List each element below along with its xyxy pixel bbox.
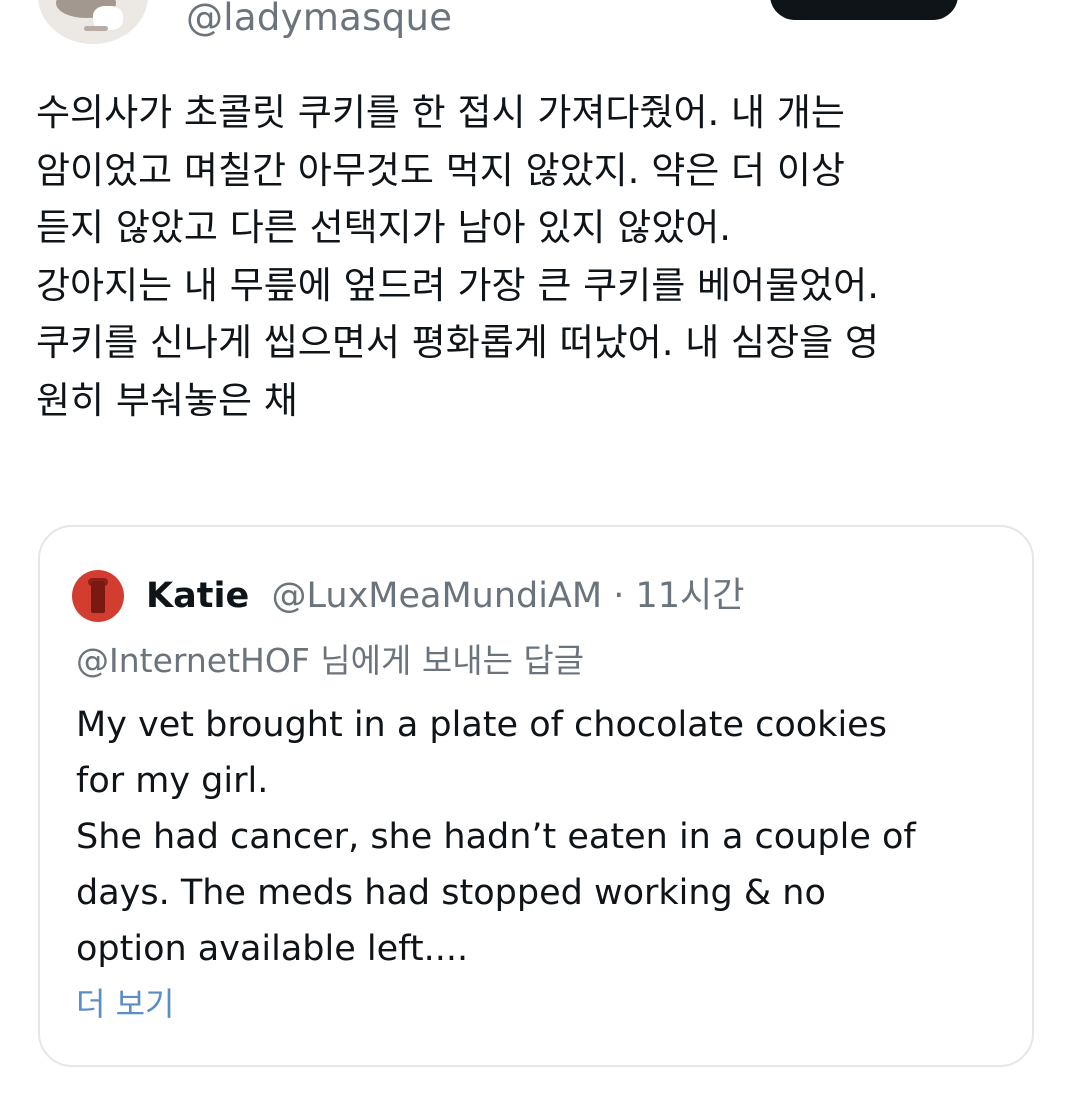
reply-to-label: @InternetHOF 님에게 보내는 답글 — [76, 641, 585, 680]
quote-body: My vet brought in a plate of chocolate c… — [76, 697, 1016, 977]
quote-text-line: days. The meds had stopped working & no — [76, 873, 826, 913]
tweet-text-line: 암이었고 며칠간 아무것도 먹지 않았지. 약은 더 이상 — [36, 148, 845, 192]
avatar-shape — [84, 26, 108, 31]
avatar-shape — [91, 581, 105, 613]
quote-separator: · — [602, 576, 636, 616]
quote-handle-text: @LuxMeaMundiAM — [271, 576, 603, 616]
quote-text-line: She had cancer, she hadn’t eaten in a co… — [76, 817, 916, 857]
follow-button[interactable] — [770, 0, 958, 20]
tweet-text-line: 원히 부숴놓은 채 — [36, 378, 298, 422]
quote-header: Katie @LuxMeaMundiAM · 11시간 — [146, 567, 744, 618]
tweet-text-line: 듣지 않았고 다른 선택지가 남아 있지 않았어. — [36, 206, 732, 250]
quote-timestamp[interactable]: 11시간 — [636, 576, 745, 616]
quote-text-line: option available left.... — [76, 929, 469, 969]
quote-author-name[interactable]: Katie — [146, 576, 249, 616]
quote-author-handle[interactable]: @LuxMeaMundiAM — [260, 576, 603, 616]
quote-text-line: for my girl. — [76, 761, 269, 801]
quote-text-line: My vet brought in a plate of chocolate c… — [76, 705, 887, 745]
tweet-text-line: 쿠키를 신나게 씹으면서 평화롭게 떠났어. 내 심장을 영 — [36, 321, 879, 365]
quote-avatar[interactable] — [72, 570, 124, 622]
tweet-body: 수의사가 초콜릿 쿠키를 한 접시 가져다줬어. 내 개는 암이었고 며칠간 아… — [36, 84, 1046, 430]
tweet-text-line: 강아지는 내 무릎에 엎드려 가장 큰 쿠키를 베어물었어. — [36, 263, 879, 307]
profile-avatar[interactable] — [38, 0, 148, 44]
quoted-tweet-card[interactable]: Katie @LuxMeaMundiAM · 11시간 @InternetHOF… — [38, 525, 1034, 1067]
user-handle[interactable]: @ladymasque — [186, 0, 452, 39]
tweet-text-line: 수의사가 초콜릿 쿠키를 한 접시 가져다줬어. 내 개는 — [36, 91, 845, 134]
show-more-link[interactable]: 더 보기 — [76, 979, 175, 1025]
